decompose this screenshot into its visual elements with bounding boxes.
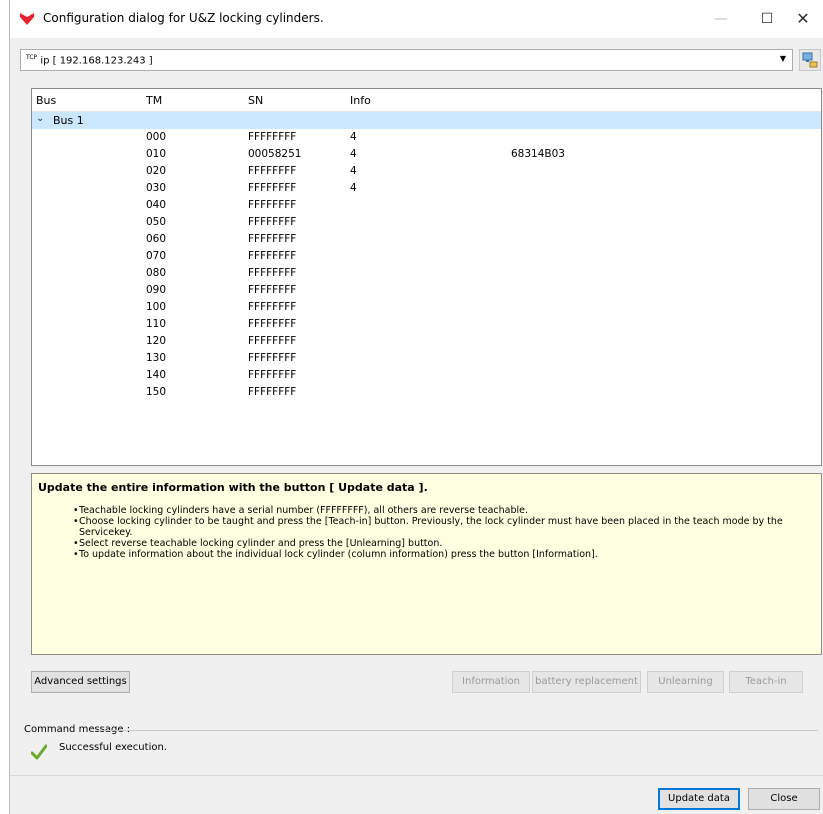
cell-sn: FFFFFFFF <box>248 199 297 211</box>
help-item: Choose locking cylinder to be taught and… <box>73 516 814 538</box>
cell-tm: 050 <box>146 216 167 228</box>
cell-extra: 68314B03 <box>511 148 565 160</box>
bus-label: Bus 1 <box>53 114 84 127</box>
cell-tm: 100 <box>146 301 167 313</box>
cell-tm: 130 <box>146 352 167 364</box>
table-row[interactable]: 010 00058251 4 68314B03 <box>32 146 821 163</box>
update-data-button[interactable]: Update data <box>658 788 740 810</box>
cell-tm: 020 <box>146 165 167 177</box>
table-row[interactable]: 030 FFFFFFFF 4 <box>32 180 821 197</box>
col-header-sn[interactable]: SN <box>248 94 263 107</box>
window-title: Configuration dialog for U&Z locking cyl… <box>43 11 324 25</box>
cell-tm: 030 <box>146 182 167 194</box>
cell-tm: 040 <box>146 199 167 211</box>
cell-info: 4 <box>350 165 357 177</box>
cylinder-tree[interactable]: Bus TM SN Info ⌄ Bus 1 000 FFFFFFFF 4 010 00… <box>31 88 822 466</box>
footer-divider <box>10 775 823 776</box>
cell-tm: 010 <box>146 148 167 160</box>
cell-sn: FFFFFFFF <box>248 352 297 364</box>
cell-tm: 000 <box>146 131 167 143</box>
help-panel: Update the entire information with the b… <box>31 473 822 655</box>
cell-tm: 150 <box>146 386 167 398</box>
cell-tm: 080 <box>146 267 167 279</box>
title-bar: Configuration dialog for U&Z locking cyl… <box>10 0 823 38</box>
cell-tm: 070 <box>146 250 167 262</box>
command-message-text: Successful execution. <box>59 742 167 753</box>
connection-address: ip [ 192.168.123.243 ] <box>40 55 153 67</box>
table-row[interactable]: 130 FFFFFFFF <box>32 350 821 367</box>
cell-info: 4 <box>350 182 357 194</box>
close-button[interactable]: Close <box>748 788 820 810</box>
table-row[interactable]: 110 FFFFFFFF <box>32 316 821 333</box>
col-header-info[interactable]: Info <box>350 94 371 107</box>
help-list: Teachable locking cylinders have a seria… <box>38 505 814 560</box>
cell-sn: FFFFFFFF <box>248 267 297 279</box>
col-header-bus[interactable]: Bus <box>36 94 56 107</box>
col-header-tm[interactable]: TM <box>146 94 162 107</box>
teach-in-button[interactable]: Teach-in <box>729 671 803 693</box>
table-row[interactable]: 120 FFFFFFFF <box>32 333 821 350</box>
table-row[interactable]: 140 FFFFFFFF <box>32 367 821 384</box>
tcp-prefix: TCP <box>26 54 38 61</box>
cell-sn: FFFFFFFF <box>248 301 297 313</box>
help-item: Select reverse teachable locking cylinde… <box>73 538 814 549</box>
chevron-down-icon[interactable]: ⌄ <box>36 113 44 124</box>
connection-select[interactable]: TCP ip [ 192.168.123.243 ] ▼ <box>20 49 793 71</box>
help-item: To update information about the individu… <box>73 549 814 560</box>
config-dialog: Configuration dialog for U&Z locking cyl… <box>9 0 823 814</box>
cell-sn: 00058251 <box>248 148 302 160</box>
advanced-settings-button[interactable]: Advanced settings <box>31 671 130 693</box>
cell-sn: FFFFFFFF <box>248 386 297 398</box>
table-row[interactable]: 000 FFFFFFFF 4 <box>32 129 821 146</box>
table-row[interactable]: 090 FFFFFFFF <box>32 282 821 299</box>
cell-sn: FFFFFFFF <box>248 131 297 143</box>
cell-sn: FFFFFFFF <box>248 165 297 177</box>
help-title: Update the entire information with the b… <box>38 481 428 494</box>
network-search-icon <box>802 52 818 68</box>
close-window-button[interactable]: ✕ <box>780 0 823 38</box>
cell-info: 4 <box>350 148 357 160</box>
cell-sn: FFFFFFFF <box>248 369 297 381</box>
unlearning-button[interactable]: Unlearning <box>647 671 724 693</box>
table-row[interactable]: 150 FFFFFFFF <box>32 384 821 401</box>
network-search-button[interactable] <box>799 49 821 71</box>
cell-tm: 120 <box>146 335 167 347</box>
chevron-down-icon[interactable]: ▼ <box>780 54 786 63</box>
table-row[interactable]: 060 FFFFFFFF <box>32 231 821 248</box>
table-row[interactable]: 070 FFFFFFFF <box>32 248 821 265</box>
cell-sn: FFFFFFFF <box>248 216 297 228</box>
app-logo-icon <box>20 13 34 25</box>
cell-info: 4 <box>350 131 357 143</box>
cell-sn: FFFFFFFF <box>248 182 297 194</box>
cell-sn: FFFFFFFF <box>248 250 297 262</box>
cell-sn: FFFFFFFF <box>248 318 297 330</box>
cell-sn: FFFFFFFF <box>248 335 297 347</box>
information-button[interactable]: Information <box>452 671 530 693</box>
cell-sn: FFFFFFFF <box>248 284 297 296</box>
battery-replacement-button[interactable]: battery replacement <box>532 671 641 693</box>
bus-row[interactable]: ⌄ Bus 1 <box>32 112 821 129</box>
table-row[interactable]: 100 FFFFFFFF <box>32 299 821 316</box>
cell-sn: FFFFFFFF <box>248 233 297 245</box>
connection-value: TCP ip [ 192.168.123.243 ] <box>26 54 153 66</box>
table-row[interactable]: 040 FFFFFFFF <box>32 197 821 214</box>
table-row[interactable]: 050 FFFFFFFF <box>32 214 821 231</box>
command-divider <box>96 730 818 731</box>
table-row[interactable]: 080 FFFFFFFF <box>32 265 821 282</box>
cell-tm: 110 <box>146 318 167 330</box>
cell-tm: 140 <box>146 369 167 381</box>
check-icon <box>31 744 47 760</box>
cell-tm: 060 <box>146 233 167 245</box>
table-row[interactable]: 020 FFFFFFFF 4 <box>32 163 821 180</box>
cell-tm: 090 <box>146 284 167 296</box>
help-item: Teachable locking cylinders have a seria… <box>73 505 814 516</box>
minimize-button[interactable]: — <box>698 0 744 38</box>
